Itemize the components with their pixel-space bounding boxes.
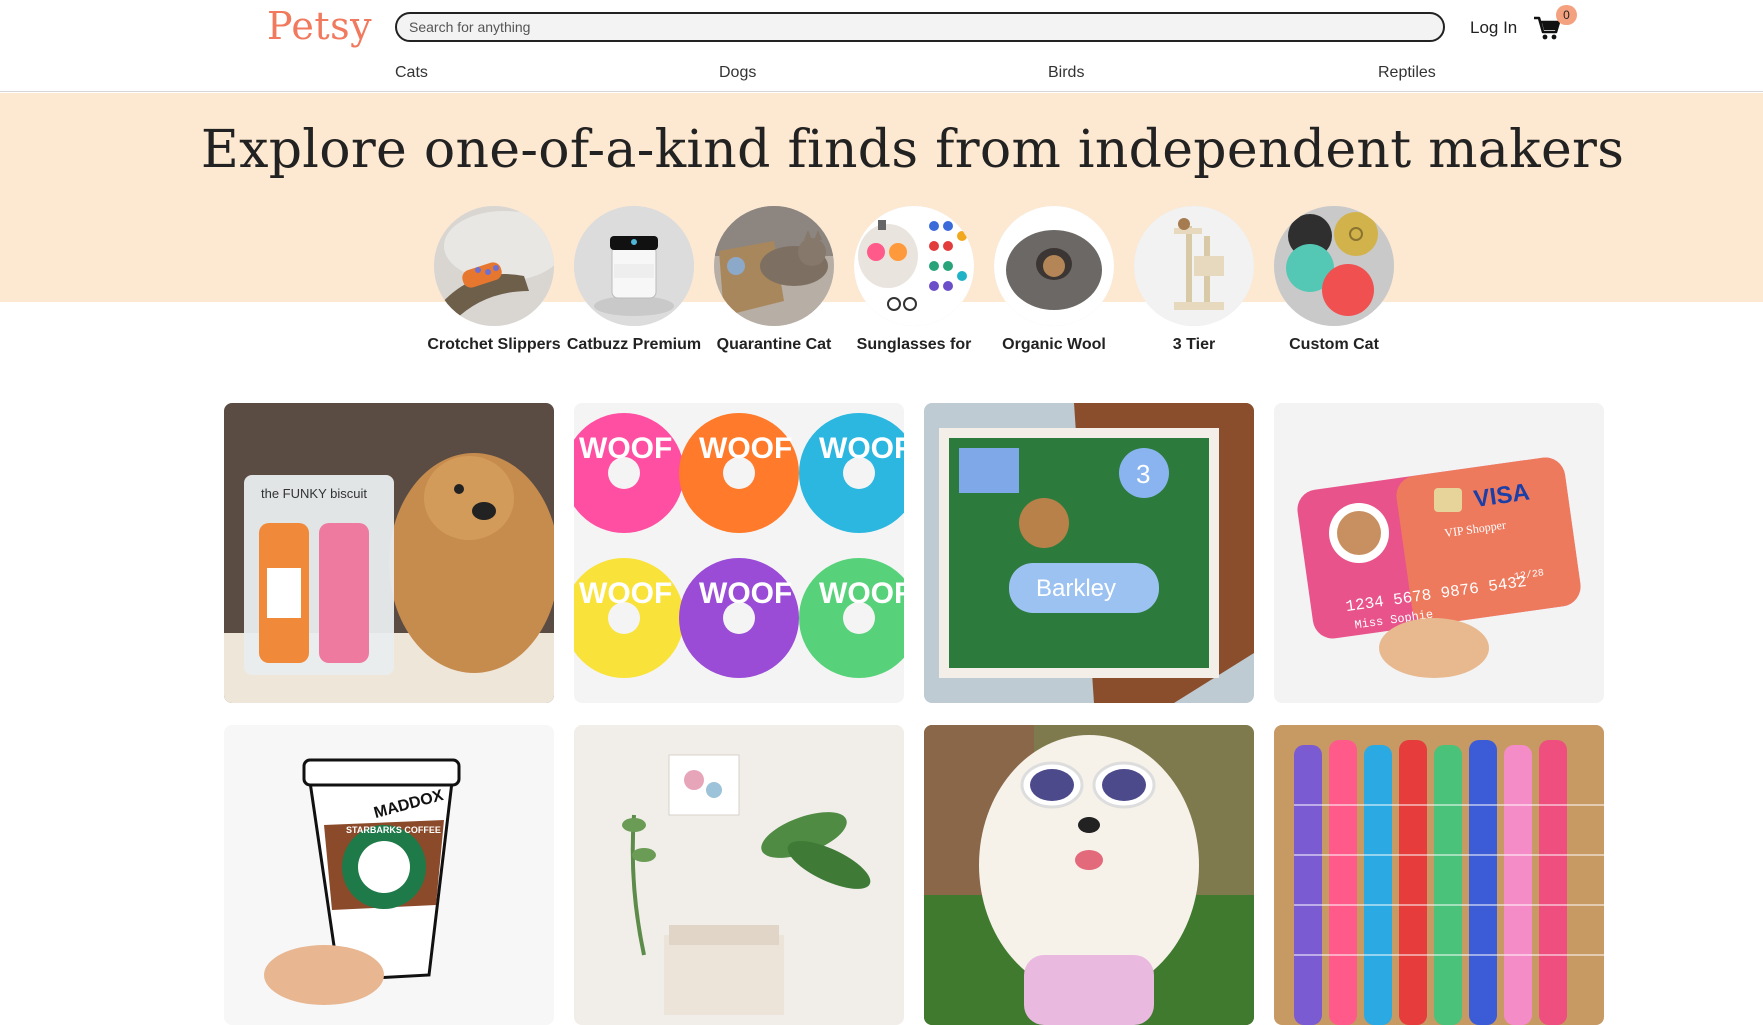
category-label: Sunglasses for <box>856 336 972 353</box>
login-link[interactable]: Log In <box>1470 18 1517 38</box>
product-card-interior[interactable] <box>574 725 904 1025</box>
search-input[interactable] <box>397 14 1443 40</box>
category-organic-wool[interactable]: Organic Wool <box>984 206 1124 354</box>
braided-fleece-toys-image <box>1274 725 1604 1025</box>
catbuzz-premium-image <box>574 206 694 326</box>
nav-item-dogs[interactable]: Dogs <box>719 64 756 82</box>
product-card-barkley-cookies[interactable]: 3 Barkley <box>924 403 1254 703</box>
birthday-dog-cookies-image: 3 Barkley <box>924 403 1254 703</box>
donut-text: WOOF <box>699 577 792 610</box>
category-label: Catbuzz Premium <box>566 336 702 353</box>
category-crotchet-slippers[interactable]: Crotchet Slippers <box>424 206 564 354</box>
category-catbuzz-premium[interactable]: Catbuzz Premium <box>564 206 704 354</box>
crotchet-slippers-image <box>434 206 554 326</box>
custom-cat-image <box>1274 206 1394 326</box>
3-tier-image <box>1134 206 1254 326</box>
category-label: 3 Tier <box>1172 336 1216 353</box>
nav-item-reptiles[interactable]: Reptiles <box>1378 64 1436 82</box>
product-card-woof-donuts[interactable]: WOOF WOOF WOOF WOOF WOOF WOOF <box>574 403 904 703</box>
site-header: Petsy Log In 0 Cats Dogs Birds Reptiles <box>0 0 1763 92</box>
category-label: Organic Wool <box>1002 336 1106 353</box>
poodle-goggles-image <box>924 725 1254 1025</box>
credit-card-plush-image: VISA VIP Shopper 1234 5678 9876 5432 Mis… <box>1274 403 1604 703</box>
donut-text: WOOF <box>819 577 904 610</box>
quarantine-cat-image <box>714 206 834 326</box>
product-card-fleece-toys[interactable] <box>1274 725 1604 1025</box>
site-logo[interactable]: Petsy <box>267 4 372 48</box>
category-custom-cat[interactable]: Custom Cat <box>1264 206 1404 354</box>
golden-retriever-biscuits-image: the FUNKY biscuit <box>224 403 554 703</box>
donut-text: WOOF <box>699 432 792 465</box>
donut-text: WOOF <box>579 577 672 610</box>
category-label: Quarantine Cat <box>716 336 832 353</box>
living-room-plant-image <box>574 725 904 1025</box>
cookie-number: 3 <box>1136 459 1150 489</box>
hero-title: Explore one-of-a-kind finds from indepen… <box>200 120 1625 180</box>
biscuit-brand-text: the FUNKY biscuit <box>261 486 367 501</box>
donut-text: WOOF <box>819 432 904 465</box>
product-card-starbarks[interactable]: MADDOX STARBARKS COFFEE <box>224 725 554 1025</box>
sunglasses-for-image <box>854 206 974 326</box>
category-3-tier[interactable]: 3 Tier <box>1124 206 1264 354</box>
category-sunglasses-for[interactable]: Sunglasses for <box>844 206 984 354</box>
nav-item-cats[interactable]: Cats <box>395 64 428 82</box>
cart-count-badge: 0 <box>1556 5 1577 25</box>
nav-item-birds[interactable]: Birds <box>1048 64 1084 82</box>
starbarks-plush-image: MADDOX STARBARKS COFFEE <box>224 725 554 1025</box>
product-card-dog-goggles[interactable] <box>924 725 1254 1025</box>
product-card-funky-biscuit[interactable]: the FUNKY biscuit <box>224 403 554 703</box>
organic-wool-image <box>994 206 1114 326</box>
donut-text: WOOF <box>579 432 672 465</box>
cookie-name: Barkley <box>1036 575 1116 602</box>
cup-brand: STARBARKS COFFEE <box>346 825 441 835</box>
category-quarantine-cat[interactable]: Quarantine Cat <box>704 206 844 354</box>
category-label: Custom Cat <box>1289 336 1379 353</box>
category-label: Crotchet Slippers <box>427 336 561 353</box>
search-bar[interactable] <box>395 12 1445 42</box>
woof-donuts-image: WOOF WOOF WOOF WOOF WOOF WOOF <box>574 403 904 703</box>
product-card-visa-toy[interactable]: VISA VIP Shopper 1234 5678 9876 5432 Mis… <box>1274 403 1604 703</box>
